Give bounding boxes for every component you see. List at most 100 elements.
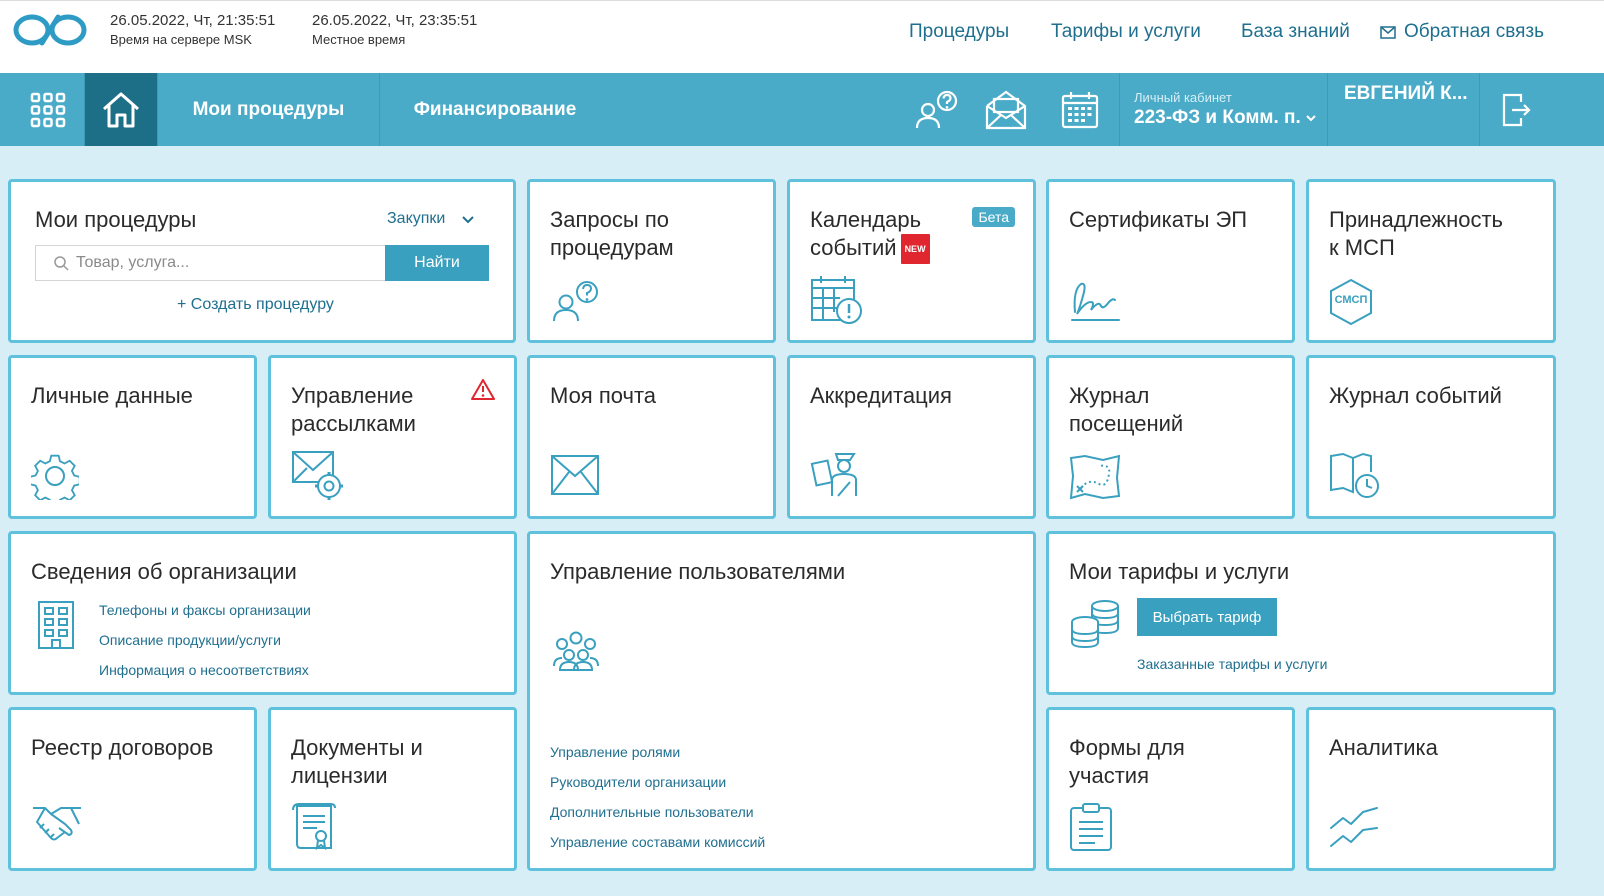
requests-nav-button[interactable] <box>902 73 972 146</box>
tile-my-mail[interactable]: Моя почта <box>527 355 776 519</box>
user-name: ЕВГЕНИЙ К... <box>1344 83 1468 104</box>
tile-title: Личные данные <box>31 383 193 408</box>
user-question-icon <box>915 90 958 128</box>
beta-badge: Бета <box>972 207 1015 227</box>
tile-title-line1: Журнал <box>1069 383 1150 408</box>
msp-icon-text: СМСП <box>1334 294 1368 306</box>
clipboard-icon <box>1070 803 1112 851</box>
mail-nav-button[interactable] <box>972 73 1040 146</box>
officer-icon <box>810 453 857 497</box>
apps-menu-button[interactable] <box>12 73 85 146</box>
nav-my-procedures[interactable]: Мои процедуры <box>158 73 380 146</box>
tile-title: Документы и лицензии <box>291 734 423 790</box>
tile-personal-data[interactable]: Личные данные <box>8 355 257 519</box>
tile-title: Реестр договоров <box>31 735 214 760</box>
choose-tariff-button[interactable]: Выбрать тариф <box>1137 598 1277 636</box>
tile-title: Моя почта <box>550 383 657 408</box>
search-placeholder: Товар, услуга... <box>76 254 190 271</box>
coins-icon <box>1071 600 1119 648</box>
tile-title: Сертификаты ЭП <box>1069 207 1248 232</box>
hexagon-icon: СМСП <box>1329 278 1373 326</box>
tile-title: Формы для участия <box>1069 734 1185 790</box>
tile-title-line2: посещений <box>1069 411 1184 436</box>
server-time-block: 26.05.2022, Чт, 21:35:51 Время на сервер… <box>110 11 275 49</box>
mail-open-icon <box>985 90 1027 129</box>
logo-icon[interactable] <box>12 13 88 47</box>
main-navbar: Мои процедуры Финансирование Личный каби… <box>0 73 1604 146</box>
extra-users-link[interactable]: Дополнительные пользователи <box>550 804 754 820</box>
tile-title: Мои процедуры <box>35 207 197 232</box>
search-icon <box>54 256 69 271</box>
tile-participation-forms[interactable]: Формы для участия <box>1046 707 1295 871</box>
server-time: 26.05.2022, Чт, 21:35:51 <box>110 12 276 29</box>
mail-envelope-icon <box>1380 25 1396 39</box>
logout-icon <box>1502 93 1531 126</box>
tile-title: Принадлежность к МСП <box>1329 206 1503 262</box>
tile-certificates[interactable]: Сертификаты ЭП <box>1046 179 1295 343</box>
server-time-label: Время на сервере MSK <box>110 32 252 47</box>
tile-accreditation[interactable]: Аккредитация <box>787 355 1036 519</box>
tile-procedure-requests[interactable]: Запросы по процедурам <box>527 179 776 343</box>
local-time-block: 26.05.2022, Чт, 23:35:51 Местное время <box>312 11 477 49</box>
nav-feedback-link[interactable]: Обратная связь <box>1380 21 1544 43</box>
trend-icon <box>1330 807 1378 847</box>
top-header: 26.05.2022, Чт, 21:35:51 Время на сервер… <box>0 0 1604 73</box>
org-phones-link[interactable]: Телефоны и факсы организации <box>99 602 311 618</box>
tile-title: Сведения об организации <box>31 559 297 584</box>
tile-title: Мои тарифы и услуги <box>1069 559 1290 584</box>
tile-title: Запросы по процедурам <box>550 206 674 262</box>
create-procedure-link[interactable]: + Создать процедуру <box>177 296 334 314</box>
tile-title-line1: Управление <box>291 383 414 408</box>
tile-mailing-management[interactable]: Управление рассылками <box>268 355 517 519</box>
home-icon <box>103 92 139 127</box>
handshake-icon <box>33 807 81 841</box>
envelope-icon <box>551 455 599 495</box>
procedure-type-dropdown[interactable]: Закупки <box>387 210 475 228</box>
ordered-tariffs-link[interactable]: Заказанные тарифы и услуги <box>1137 656 1327 672</box>
tile-title-line1: Запросы по <box>550 207 669 232</box>
commissions-link[interactable]: Управление составами комиссий <box>550 834 765 850</box>
org-products-link[interactable]: Описание продукции/услуги <box>99 632 281 648</box>
tile-title-line2: к МСП <box>1329 235 1395 260</box>
scroll-certificate-icon <box>292 803 336 851</box>
tile-event-calendar[interactable]: Календарь событий NEW Бета <box>787 179 1036 343</box>
procedure-type-value: Закупки <box>387 210 446 227</box>
tile-title-line2: участия <box>1069 763 1149 788</box>
nav-procedures-link[interactable]: Процедуры <box>909 21 1009 43</box>
tile-title-line1: Принадлежность <box>1329 207 1504 232</box>
user-roles-link[interactable]: Управление ролями <box>550 744 680 760</box>
chevron-down-icon <box>1306 115 1316 122</box>
tile-msp[interactable]: Принадлежность к МСП СМСП <box>1306 179 1556 343</box>
nav-financing-label: Финансирование <box>413 98 577 120</box>
logout-button[interactable] <box>1480 73 1552 146</box>
user-question-icon <box>553 281 598 322</box>
home-button[interactable] <box>85 73 158 146</box>
tile-my-procedures: Мои процедуры Закупки Товар, услуга... Н… <box>8 179 516 343</box>
org-heads-link[interactable]: Руководители организации <box>550 774 726 790</box>
org-nonconformity-link[interactable]: Информация о несоответствиях <box>99 662 309 678</box>
tile-analytics[interactable]: Аналитика <box>1306 707 1556 871</box>
building-icon <box>38 601 74 649</box>
calendar-nav-button[interactable] <box>1040 73 1120 146</box>
book-clock-icon <box>1330 452 1379 498</box>
tile-documents-licenses[interactable]: Документы и лицензии <box>268 707 517 871</box>
signature-icon <box>1071 282 1120 321</box>
tile-event-log[interactable]: Журнал событий <box>1306 355 1556 519</box>
cabinet-selector[interactable]: Личный кабинет 223-ФЗ и Комм. п. <box>1120 73 1328 146</box>
tile-title: Журнал посещений <box>1069 382 1183 438</box>
tile-contracts-registry[interactable]: Реестр договоров <box>8 707 257 871</box>
map-icon <box>1069 454 1121 500</box>
tile-user-management: Управление пользователями Управление рол… <box>527 531 1036 871</box>
apps-grid-icon <box>30 92 66 127</box>
tile-title-line1: Календарь <box>810 207 922 232</box>
tile-organization-info: Сведения об организации Телефоны и факсы… <box>8 531 517 695</box>
cabinet-value: 223-ФЗ и Комм. п. <box>1134 107 1301 128</box>
search-button[interactable]: Найти <box>385 245 489 281</box>
tile-visit-log[interactable]: Журнал посещений <box>1046 355 1295 519</box>
user-menu[interactable]: ЕВГЕНИЙ К... <box>1328 73 1480 146</box>
nav-financing[interactable]: Финансирование <box>380 73 610 146</box>
nav-tariffs-link[interactable]: Тарифы и услуги <box>1051 21 1201 43</box>
tile-title: Аналитика <box>1329 735 1438 760</box>
nav-knowledge-link[interactable]: База знаний <box>1241 21 1350 43</box>
procedure-search-input[interactable]: Товар, услуга... <box>35 245 387 281</box>
